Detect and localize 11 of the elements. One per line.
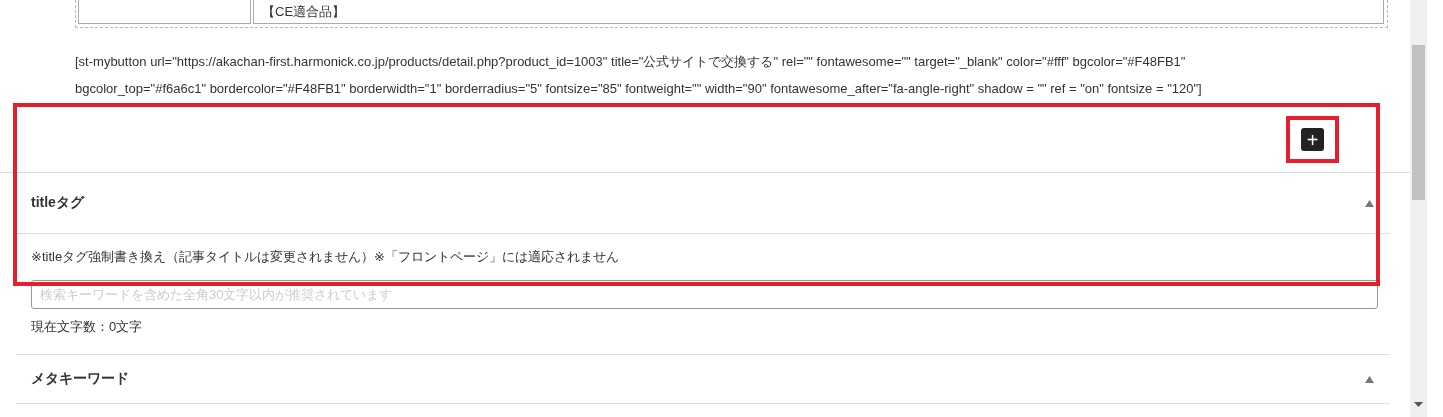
section-title: titleタグ bbox=[31, 194, 84, 212]
character-count: 現在文字数：0文字 bbox=[30, 318, 144, 336]
shortcode-text: [st-mybutton url="https://akachan-first.harmonick.co.jp/products/detail.php?product_id=1003" title="公式サイトで交換する" rel="" fontawesome="" target="_blank" color="#fff" bgcolor="#F48FB1" bgcolor_top="#f6a6c1" bordercolor="#F48FB1" borderwidth="1" borderradius="5" fontsize="85" fontweight="" width="90" fontawesome_after="fa-angle-right" shadow = "" ref = "on" fontsize = "120"] bbox=[75, 53, 1203, 98]
caret-icon[interactable] bbox=[1365, 199, 1374, 207]
scroll-down-arrow-icon[interactable] bbox=[1414, 402, 1423, 407]
add-button[interactable]: + bbox=[1301, 128, 1324, 151]
section-title: メタキーワード bbox=[31, 370, 129, 388]
scrollbar[interactable] bbox=[1410, 0, 1427, 417]
section-note: ※titleタグ強制書き換え（記事タイトルは変更されません）※「フロントページ」には適応されません bbox=[30, 248, 620, 265]
table-cell: 【CE適合品】 bbox=[253, 0, 1384, 24]
caret-icon[interactable] bbox=[1365, 375, 1374, 383]
